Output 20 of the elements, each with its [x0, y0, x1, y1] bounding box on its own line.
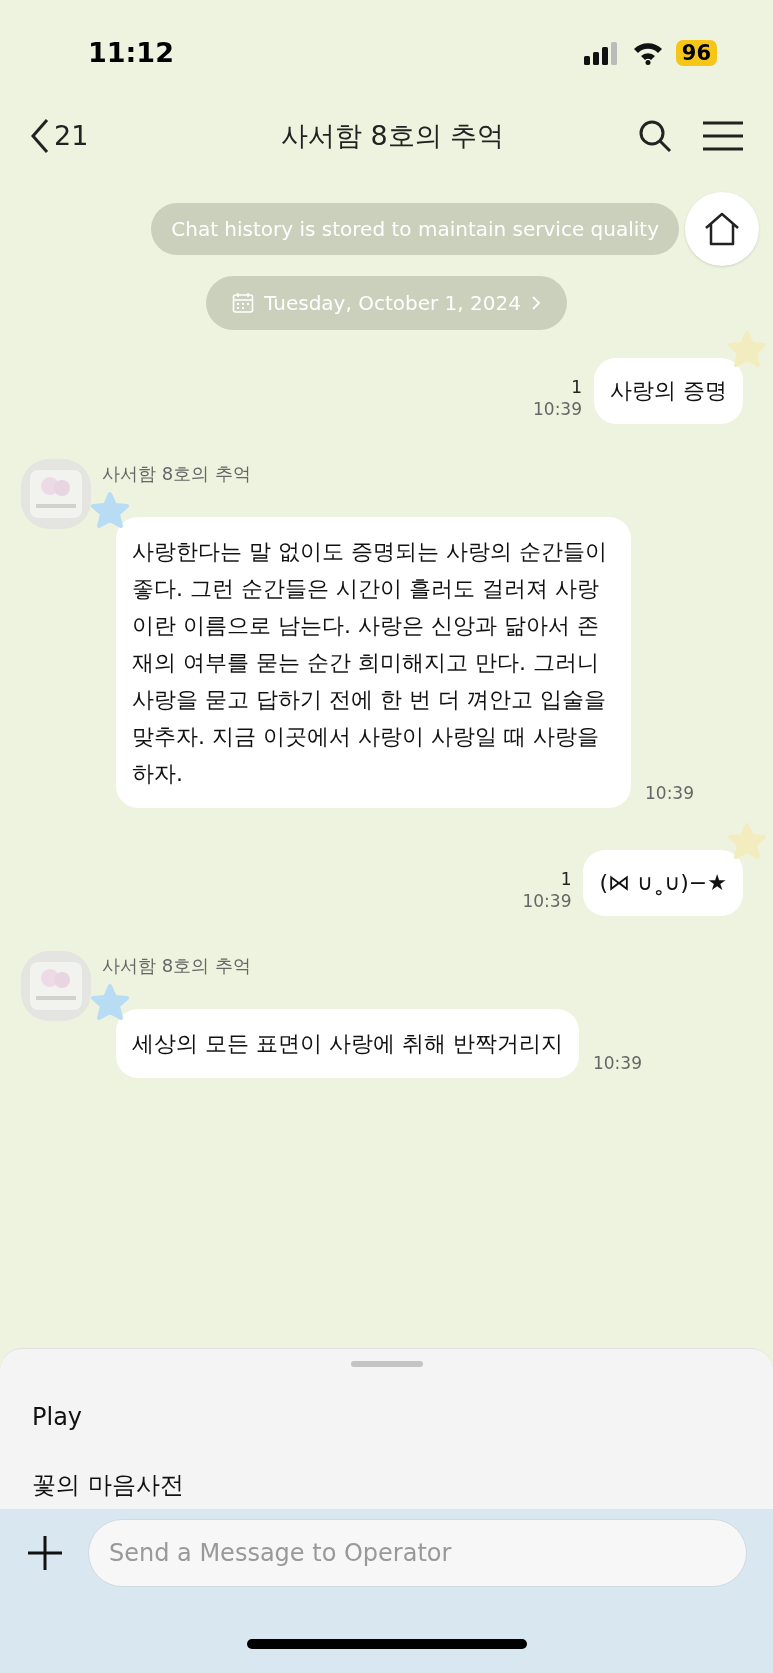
status-time: 11:12	[88, 35, 174, 70]
menu-item[interactable]: Play	[32, 1399, 741, 1435]
message-time: 10:39	[533, 398, 582, 420]
message-bubble: (⋈ ∪˳∪)−★	[583, 850, 743, 916]
sender-name: 사서함 8호의 추억	[102, 954, 252, 978]
battery-level: 96	[675, 40, 717, 66]
message-time: 10:39	[645, 781, 694, 805]
message-time: 10:39	[522, 890, 572, 912]
notice-banner: Chat history is stored to maintain service quality	[151, 203, 679, 255]
message-bubble: 사랑의 증명	[594, 358, 743, 424]
chat-title: 사서함 8호의 추억	[281, 118, 505, 153]
message-time: 10:39	[592, 1051, 642, 1075]
unread-count: 1	[571, 376, 582, 398]
menu-item[interactable]: 꽃의 마음사전	[32, 1467, 741, 1503]
message-bubble: 사랑한다는 말 없이도 증명되는 사랑의 순간들이 좋다. 그런 순간들은 시간이 흘러도 걸러져 사랑이란 이름으로 남는다. 사랑은 신앙과 닮아서 존재의 여부를 묻는 순간 희미해지고 만다. 그러니 사랑을 묻고 답하기 전에 한 번 더 껴안고 입술을 맞추자. 지금 이곳에서 사랑이 사랑일 때 사랑을 하자.	[116, 517, 631, 808]
unread-count: 1	[560, 868, 572, 890]
message-input[interactable]: Send a Message to Operator	[88, 1519, 747, 1587]
sender-name: 사서함 8호의 추억	[102, 462, 252, 486]
message-bubble: 세상의 모든 표면이 사랑에 취해 반짝거리지	[116, 1009, 579, 1078]
back-button[interactable]: 21	[30, 115, 89, 157]
